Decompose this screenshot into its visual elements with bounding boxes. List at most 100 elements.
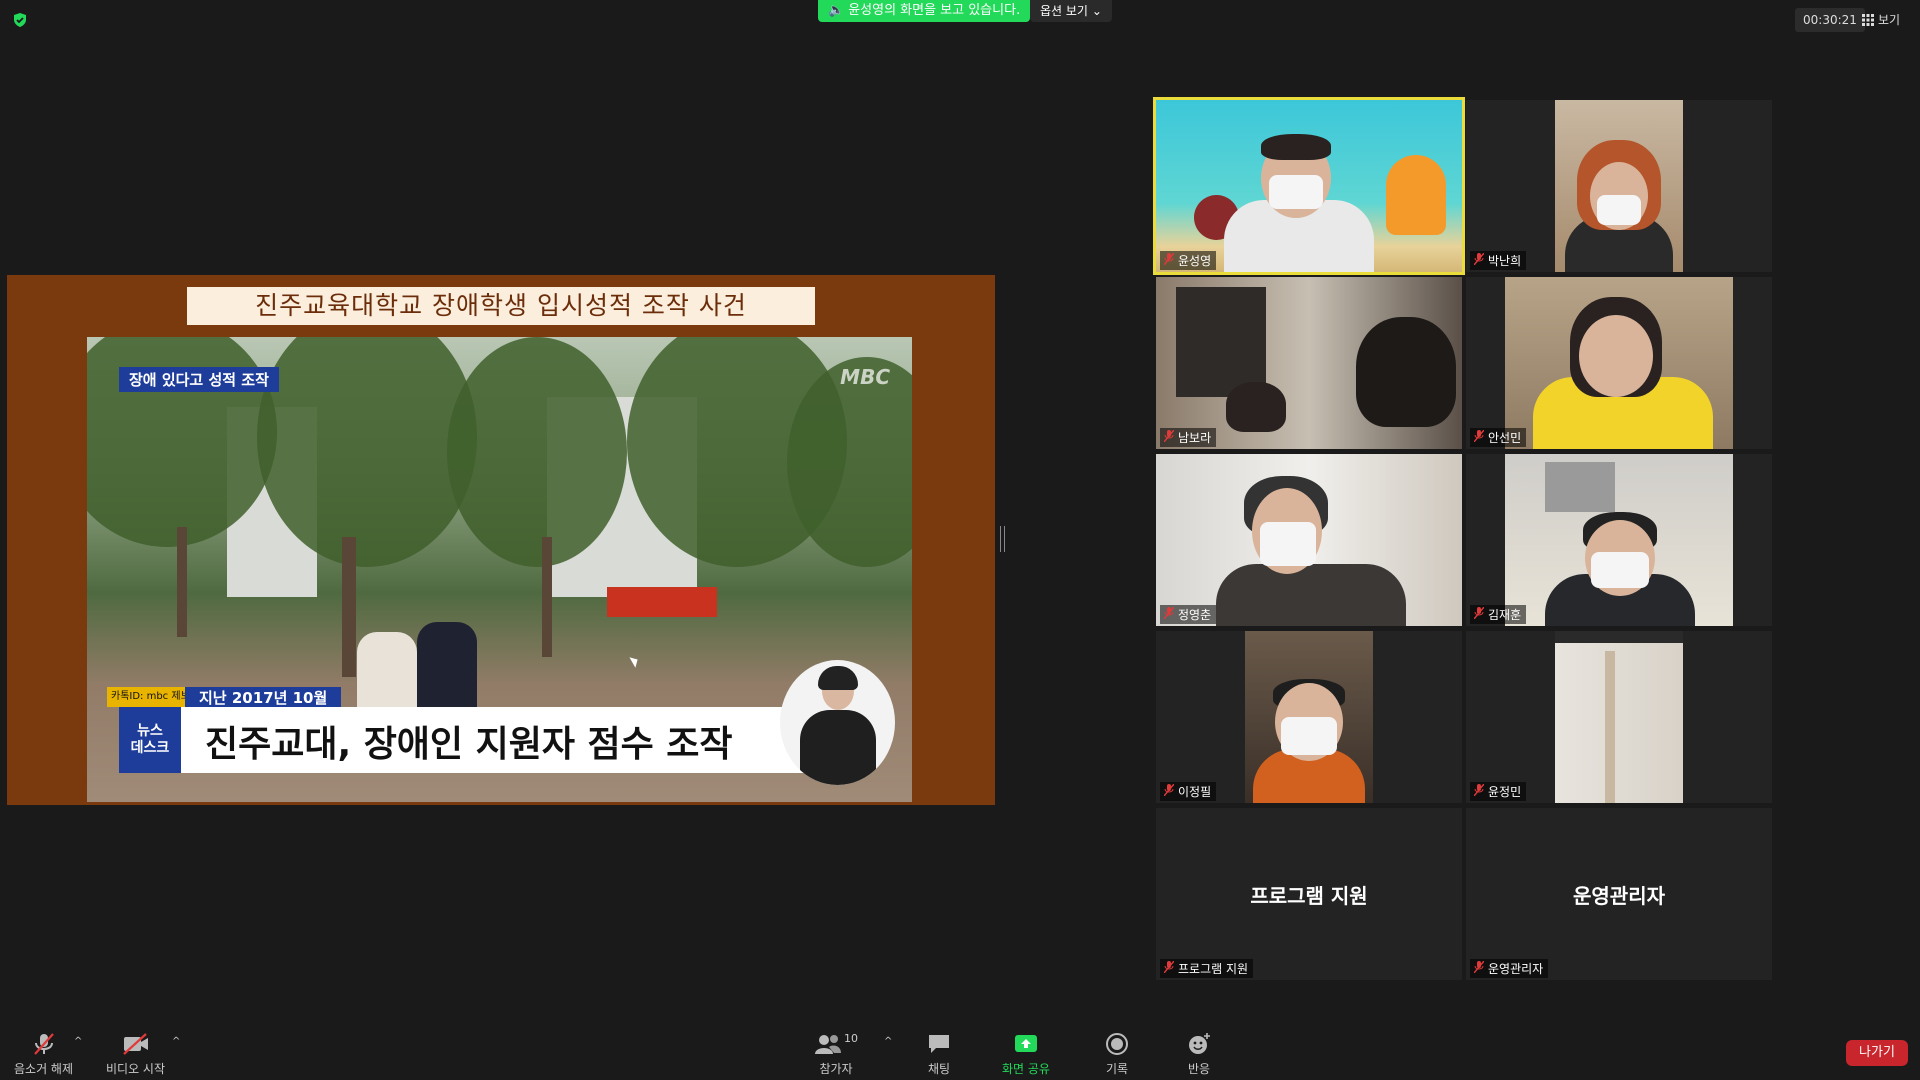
participant-tile[interactable]: 이정필 xyxy=(1156,631,1462,803)
security-shield-icon[interactable] xyxy=(12,12,28,28)
reactions-label: 반응 xyxy=(1187,1062,1211,1076)
participant-tile[interactable]: 남보라 xyxy=(1156,277,1462,449)
mic-muted-icon xyxy=(1164,253,1174,265)
meeting-toolbar: 음소거 해제 ^ 비디오 시작 ^ 10 참가자 ^ 채팅 화면 공유 기록 반… xyxy=(0,1020,1920,1080)
participant-display-name: 프로그램 지원 xyxy=(1250,884,1368,908)
news-video-frame: 장애 있다고 성적 조작 MBC 카톡ID: mbc 제보 지난 2017년 1… xyxy=(87,337,912,802)
mic-muted-icon xyxy=(1474,607,1484,619)
view-button-label: 보기 xyxy=(1878,13,1901,27)
grid-icon xyxy=(1862,14,1874,26)
participant-video xyxy=(1505,454,1733,626)
news-desk-logo: 뉴스 데스크 xyxy=(119,707,181,773)
participant-video xyxy=(1156,277,1462,449)
participant-tile[interactable]: 안선민 xyxy=(1466,277,1772,449)
emoji-add-icon xyxy=(1189,1033,1210,1054)
reactions-button[interactable]: 반응 xyxy=(1186,1032,1212,1077)
mic-muted-icon xyxy=(1474,430,1484,442)
participant-video xyxy=(1156,454,1462,626)
share-screen-icon xyxy=(1014,1035,1037,1052)
mouse-cursor-icon xyxy=(629,654,641,668)
chat-button[interactable]: 채팅 xyxy=(926,1032,952,1077)
participant-display-name: 운영관리자 xyxy=(1573,884,1665,908)
broadcaster-watermark: MBC xyxy=(840,365,890,389)
participant-tile[interactable]: 운영관리자 운영관리자 xyxy=(1466,808,1772,980)
record-icon xyxy=(1106,1033,1128,1055)
news-headline-bar: 뉴스 데스크 진주교대, 장애인 지원자 점수 조작 xyxy=(119,707,809,773)
participant-name: 정영춘 xyxy=(1160,605,1217,624)
mic-muted-icon xyxy=(33,1033,54,1055)
slide-title: 진주교육대학교 장애학생 입시성적 조작 사건 xyxy=(187,287,815,325)
share-banner-text: 윤성영의 화면을 보고 있습니다. xyxy=(848,3,1021,18)
ceiling-ac xyxy=(1545,462,1615,512)
participants-label: 참가자 xyxy=(819,1062,853,1076)
video-caption-tag: 장애 있다고 성적 조작 xyxy=(119,367,279,392)
start-video-label: 비디오 시작 xyxy=(106,1062,166,1076)
chevron-down-icon: ⌄ xyxy=(1091,4,1102,18)
leave-meeting-button[interactable]: 나가기 xyxy=(1846,1040,1908,1066)
mic-muted-icon xyxy=(1164,607,1174,619)
tree-trunk xyxy=(542,537,552,657)
panel-resize-handle[interactable] xyxy=(1000,526,1005,552)
shared-screen[interactable]: 진주교육대학교 장애학생 입시성적 조작 사건 장애 있다고 성적 조작 MBC… xyxy=(7,275,995,805)
share-screen-label: 화면 공유 xyxy=(1002,1062,1050,1076)
sign-language-interpreter xyxy=(780,660,895,785)
participant-name: 운영관리자 xyxy=(1470,959,1549,978)
start-video-button[interactable]: 비디오 시작 xyxy=(106,1032,165,1077)
news-source-tag: 카톡ID: mbc 제보 xyxy=(107,687,194,707)
participants-icon xyxy=(815,1035,841,1054)
chat-bubble-icon xyxy=(929,1035,949,1053)
participant-tile[interactable]: 김재훈 xyxy=(1466,454,1772,626)
record-label: 기록 xyxy=(1105,1062,1129,1076)
participant-video xyxy=(1245,631,1373,803)
mic-muted-icon xyxy=(1164,784,1174,796)
seated-person xyxy=(417,622,477,712)
view-options-label: 옵션 보기 xyxy=(1040,4,1088,18)
participant-name: 안선민 xyxy=(1470,428,1527,447)
participant-name: 프로그램 지원 xyxy=(1160,959,1254,978)
door-frame xyxy=(1605,651,1615,803)
participants-button[interactable]: 10 참가자 xyxy=(814,1032,858,1077)
record-button[interactable]: 기록 xyxy=(1104,1032,1130,1077)
meeting-timer: 00:30:21 xyxy=(1795,8,1865,32)
mic-muted-icon xyxy=(1474,253,1484,265)
mic-muted-icon xyxy=(1474,961,1484,973)
participant-video xyxy=(1555,631,1683,803)
unmute-label: 음소거 해제 xyxy=(14,1062,74,1076)
mic-muted-icon xyxy=(1164,430,1174,442)
participant-name: 윤정민 xyxy=(1470,782,1527,801)
participant-name: 이정필 xyxy=(1160,782,1217,801)
participant-video xyxy=(1156,100,1462,272)
participant-name: 박난희 xyxy=(1470,251,1527,270)
participant-tile[interactable]: 윤정민 xyxy=(1466,631,1772,803)
news-logo-bottom: 데스크 xyxy=(130,740,170,756)
participant-tile[interactable]: 정영춘 xyxy=(1156,454,1462,626)
unmute-button[interactable]: 음소거 해제 xyxy=(14,1032,73,1077)
gallery-view-button[interactable]: 보기 xyxy=(1862,8,1900,32)
view-options-button[interactable]: 옵션 보기 ⌄ xyxy=(1030,0,1112,22)
participant-video xyxy=(1555,100,1683,272)
participant-tile[interactable]: 박난희 xyxy=(1466,100,1772,272)
camera-off-icon xyxy=(122,1033,148,1055)
tree-canopy xyxy=(447,337,627,567)
participants-options-caret[interactable]: ^ xyxy=(884,1036,892,1047)
participant-name: 윤성영 xyxy=(1160,251,1217,270)
participant-name: 남보라 xyxy=(1160,428,1217,447)
screen-share-banner: 🔈 윤성영의 화면을 보고 있습니다. xyxy=(818,0,1031,22)
share-screen-button[interactable]: 화면 공유 xyxy=(1002,1032,1050,1077)
participant-count: 10 xyxy=(844,1032,858,1045)
participant-video xyxy=(1505,277,1733,449)
tree-trunk xyxy=(342,537,356,677)
mic-muted-icon xyxy=(1164,961,1174,973)
news-logo-top: 뉴스 xyxy=(137,723,163,739)
mic-muted-icon xyxy=(1474,784,1484,796)
wall-frame xyxy=(1176,287,1266,397)
participant-tile[interactable]: 윤성영 xyxy=(1153,97,1465,275)
audio-options-caret[interactable]: ^ xyxy=(74,1036,82,1047)
pineapple-house xyxy=(1386,155,1446,235)
seated-person xyxy=(357,632,417,717)
participant-tile[interactable]: 프로그램 지원 프로그램 지원 xyxy=(1156,808,1462,980)
speaker-icon: 🔈 xyxy=(828,3,845,18)
video-options-caret[interactable]: ^ xyxy=(172,1036,180,1047)
news-headline: 진주교대, 장애인 지원자 점수 조작 xyxy=(205,724,733,765)
chat-label: 채팅 xyxy=(927,1062,951,1076)
